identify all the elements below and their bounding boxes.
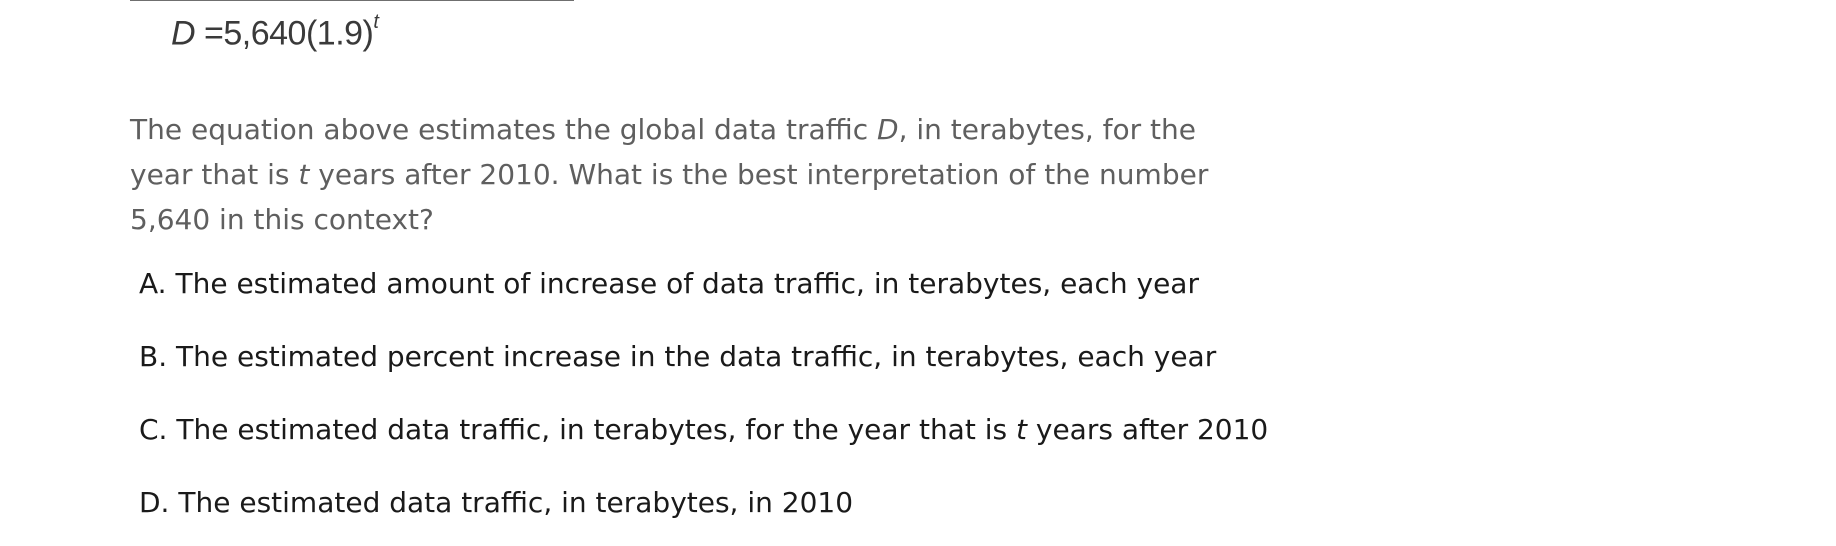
choice-text: The estimated amount of increase of data… xyxy=(175,267,1199,300)
answer-choices: A. The estimated amount of increase of d… xyxy=(139,264,1268,546)
answer-choice-c[interactable]: C. The estimated data traffic, in teraby… xyxy=(139,410,1268,483)
choice-text: years after 2010 xyxy=(1026,413,1269,446)
question-variable: t xyxy=(298,158,310,191)
question-text: years after 2010. What is the best inter… xyxy=(309,158,1209,191)
choice-letter: C. xyxy=(139,413,168,446)
question-stem: The equation above estimates the global … xyxy=(130,107,1230,242)
question-line-3: 5,640 in this context? xyxy=(130,203,434,236)
equation: D =5,640(1.9)t xyxy=(171,4,379,55)
equation-exponent: t xyxy=(373,11,379,33)
choice-letter: B. xyxy=(139,340,168,373)
answer-choice-a[interactable]: A. The estimated amount of increase of d… xyxy=(139,264,1268,337)
choice-text: The estimated data traffic, in terabytes… xyxy=(178,486,854,519)
question-text: The equation above estimates the global … xyxy=(130,113,878,146)
question-text: , in terabytes, for the xyxy=(898,113,1196,146)
choice-text: The estimated percent increase in the da… xyxy=(176,340,1217,373)
equation-base: 5,640(1.9) xyxy=(223,14,374,53)
choice-letter: D. xyxy=(139,486,170,519)
choice-letter: A. xyxy=(139,267,167,300)
question-line-2: year that is t years after 2010. What is… xyxy=(130,152,1230,197)
question-line-1: The equation above estimates the global … xyxy=(130,107,1230,152)
question-text: year that is xyxy=(130,158,299,191)
question-variable: D xyxy=(877,113,899,146)
choice-text: The estimated data traffic, in terabytes… xyxy=(176,413,1016,446)
answer-choice-d[interactable]: D. The estimated data traffic, in teraby… xyxy=(139,483,1268,546)
answer-choice-b[interactable]: B. The estimated percent increase in the… xyxy=(139,337,1268,410)
equation-variable-d: D xyxy=(171,14,196,53)
choice-variable: t xyxy=(1016,413,1027,446)
equation-equals-sign: = xyxy=(204,14,224,53)
top-divider xyxy=(130,0,574,1)
